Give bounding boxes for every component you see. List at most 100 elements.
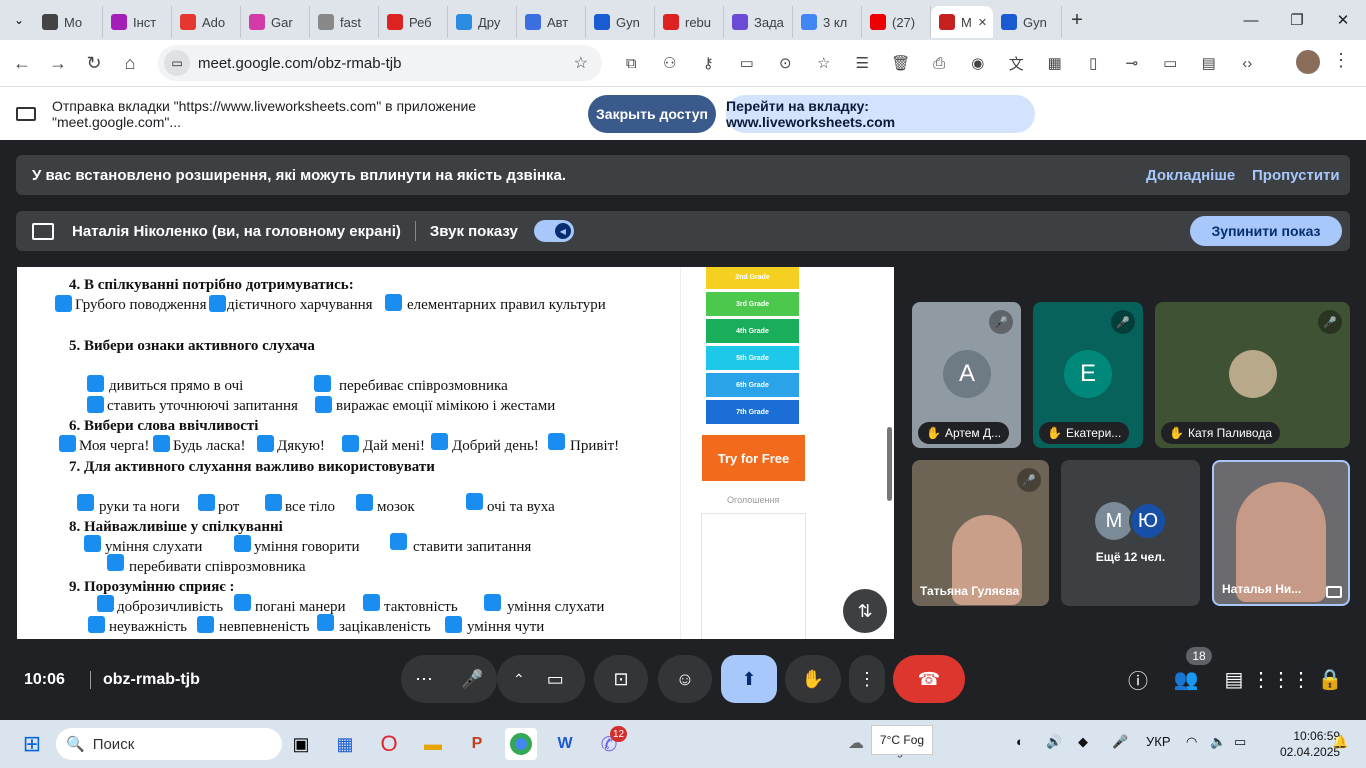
- checkbox[interactable]: [363, 594, 380, 611]
- reader-mode-icon[interactable]: ▯: [1074, 48, 1113, 78]
- spy-icon[interactable]: ⚇: [651, 48, 690, 78]
- back-button[interactable]: ←: [4, 45, 40, 81]
- grade-button[interactable]: 4th Grade: [706, 319, 799, 343]
- powerpoint-icon[interactable]: P: [461, 728, 493, 760]
- word-icon[interactable]: W: [549, 728, 581, 760]
- checkbox[interactable]: [234, 535, 251, 552]
- browser-tab[interactable]: Інст: [103, 6, 172, 38]
- copilot-icon[interactable]: ◐: [1016, 734, 1024, 749]
- checkbox[interactable]: [356, 494, 373, 511]
- profile-avatar[interactable]: [1296, 50, 1320, 74]
- browser-tab[interactable]: М ✕: [931, 6, 993, 38]
- microphone-icon[interactable]: 🎤: [461, 669, 483, 690]
- self-video-tile[interactable]: Наталья Ни...: [1212, 460, 1350, 606]
- skip-link[interactable]: Пропустити: [1252, 167, 1340, 184]
- checkbox[interactable]: [107, 554, 124, 571]
- address-bar[interactable]: ▭ meet.google.com/obz-rmab-tjb ☆: [158, 45, 602, 81]
- card-icon[interactable]: ▭: [728, 48, 767, 78]
- qr-code-icon[interactable]: ▦: [1036, 48, 1075, 78]
- extensions-icon[interactable]: ⧉: [612, 48, 651, 78]
- checkbox[interactable]: [198, 494, 215, 511]
- participant-tile[interactable]: 🎤 ✋ Катя Паливода: [1155, 302, 1350, 448]
- chat-button[interactable]: ▤: [1214, 659, 1254, 699]
- reading-list-icon[interactable]: ☰: [843, 48, 882, 78]
- browser-tab[interactable]: Авт: [517, 6, 586, 38]
- speaker-icon[interactable]: 🔈: [1210, 734, 1226, 750]
- activities-button[interactable]: ⋮⋮⋮: [1251, 659, 1311, 699]
- checkbox[interactable]: [265, 494, 282, 511]
- task-view-icon[interactable]: ▣: [285, 728, 317, 760]
- go-to-tab-button[interactable]: Перейти на вкладку: www.liveworksheets.c…: [726, 95, 1035, 133]
- key-icon[interactable]: ⚷: [689, 48, 728, 78]
- more-participants-tile[interactable]: М Ю Ещё 12 чел.: [1061, 460, 1200, 606]
- cast-icon[interactable]: ▤: [1190, 48, 1229, 78]
- checkbox[interactable]: [431, 433, 448, 450]
- chevron-up-icon[interactable]: ⌃: [513, 671, 525, 688]
- taskbar-search[interactable]: 🔍 Поиск: [56, 728, 282, 760]
- swap-layout-button[interactable]: ⇅: [843, 589, 887, 633]
- grade-button[interactable]: 3rd Grade: [706, 292, 799, 316]
- camera-icon[interactable]: ▭: [547, 669, 564, 690]
- volume-tray-icon[interactable]: 🔊: [1046, 734, 1062, 750]
- checkbox[interactable]: [317, 614, 334, 631]
- checkbox[interactable]: [197, 616, 214, 633]
- more-options-button[interactable]: ⋮: [849, 655, 885, 703]
- checkbox[interactable]: [234, 594, 251, 611]
- checkbox[interactable]: [315, 396, 332, 413]
- checkbox[interactable]: [55, 295, 72, 312]
- stop-presenting-button[interactable]: Зупинити показ: [1190, 216, 1342, 246]
- close-window-button[interactable]: ✕: [1320, 0, 1366, 40]
- browser-menu-icon[interactable]: ⋮: [1332, 50, 1350, 71]
- checkbox[interactable]: [385, 294, 402, 311]
- checkbox[interactable]: [390, 533, 407, 550]
- participant-tile[interactable]: 🎤 А ✋ Артем Д...: [912, 302, 1021, 448]
- maximize-button[interactable]: ❐: [1274, 0, 1320, 40]
- print-icon[interactable]: ⎙: [920, 48, 959, 78]
- browser-tab[interactable]: fast: [310, 6, 379, 38]
- emoji-button[interactable]: ☺: [658, 655, 712, 703]
- checkbox[interactable]: [153, 435, 170, 452]
- bookmark-star-icon[interactable]: ☆: [574, 53, 588, 73]
- browser-tab[interactable]: Ado: [172, 6, 241, 38]
- checkbox[interactable]: [87, 396, 104, 413]
- try-for-free-button[interactable]: Try for Free: [702, 435, 805, 481]
- leave-call-button[interactable]: ☎: [893, 655, 965, 703]
- mic-tray-icon[interactable]: 🎤: [1112, 734, 1128, 750]
- browser-tab[interactable]: Реб: [379, 6, 448, 38]
- store-icon[interactable]: ▦: [329, 728, 361, 760]
- browser-tab[interactable]: (27): [862, 6, 931, 38]
- checkbox[interactable]: [87, 375, 104, 392]
- tab-search-button[interactable]: ⌄: [4, 5, 34, 35]
- more-audio-options-icon[interactable]: ⋯: [415, 669, 433, 690]
- file-explorer-icon[interactable]: ▬: [417, 728, 449, 760]
- browser-tab[interactable]: Gyn: [586, 6, 655, 38]
- trash-icon[interactable]: 🗑: [882, 48, 921, 78]
- checkbox[interactable]: [548, 433, 565, 450]
- people-button[interactable]: 👥: [1166, 659, 1206, 699]
- browser-tab[interactable]: Mo: [34, 6, 103, 38]
- notifications-icon[interactable]: 🔔: [1332, 734, 1348, 750]
- browser-tab[interactable]: Дру: [448, 6, 517, 38]
- close-tab-icon[interactable]: ✕: [978, 16, 987, 29]
- checkbox[interactable]: [314, 375, 331, 392]
- checkbox[interactable]: [342, 435, 359, 452]
- scrollbar[interactable]: [887, 427, 892, 501]
- browser-tab[interactable]: rebu: [655, 6, 724, 38]
- stop-sharing-button[interactable]: Закрыть доступ: [588, 95, 716, 133]
- star-list-icon[interactable]: ☆: [805, 48, 844, 78]
- meeting-info-button[interactable]: ⓘ: [1118, 659, 1158, 699]
- browser-tab[interactable]: Gar: [241, 6, 310, 38]
- link-icon[interactable]: ⊸: [1113, 48, 1152, 78]
- checkbox[interactable]: [257, 435, 274, 452]
- code-icon[interactable]: ‹›: [1228, 48, 1267, 78]
- windows-start-icon[interactable]: ⊞: [16, 728, 48, 760]
- site-info-icon[interactable]: ▭: [164, 50, 190, 76]
- checkbox[interactable]: [445, 616, 462, 633]
- raise-hand-button[interactable]: ✋: [785, 655, 841, 703]
- checkbox[interactable]: [59, 435, 76, 452]
- chrome-icon[interactable]: [505, 728, 537, 760]
- defender-icon[interactable]: ◆: [1078, 734, 1088, 750]
- checkbox[interactable]: [466, 493, 483, 510]
- lens-icon[interactable]: ◉: [959, 48, 998, 78]
- translate-icon[interactable]: 文: [997, 48, 1036, 78]
